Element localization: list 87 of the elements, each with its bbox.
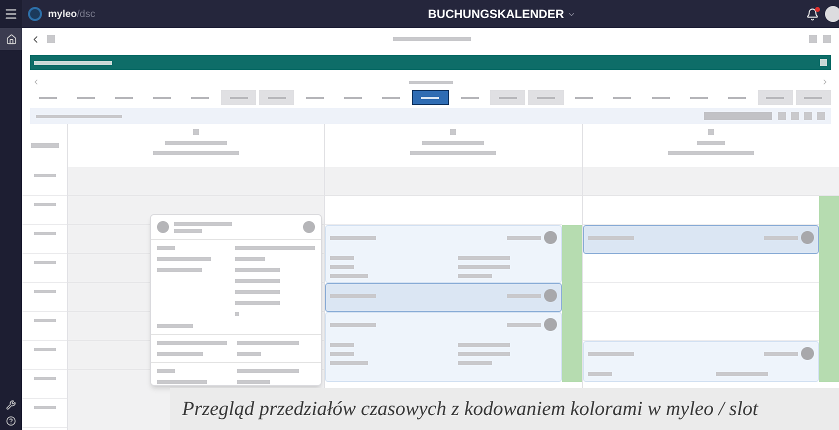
product-name: /dsc [76, 8, 96, 20]
redacted-text [458, 274, 492, 278]
redacted-text [235, 312, 239, 316]
redacted-text [34, 203, 56, 206]
help-icon[interactable] [6, 416, 16, 426]
redacted-text [237, 380, 270, 384]
header-button[interactable] [820, 59, 827, 66]
redacted-text [30, 143, 58, 148]
page-title: BUCHUNGSKALENDER [428, 6, 564, 23]
redacted-text [330, 256, 354, 260]
redacted-text [34, 319, 56, 322]
redacted-text [34, 406, 56, 409]
redacted-text [235, 290, 280, 294]
menu-icon[interactable] [4, 7, 18, 21]
redacted-text [330, 265, 354, 269]
redacted-text [237, 352, 261, 356]
redacted-text [506, 322, 541, 326]
redacted-text [716, 372, 768, 376]
redacted-text [458, 343, 510, 347]
redacted-text [157, 268, 202, 272]
redacted-text [764, 352, 798, 356]
redacted-text [157, 246, 175, 250]
user-avatar[interactable] [825, 6, 839, 22]
resource-icon [193, 129, 200, 135]
redacted-text [34, 232, 56, 235]
redacted-text [157, 341, 227, 345]
redacted-text [330, 361, 368, 365]
logo-icon [28, 7, 42, 21]
brand-name: myleo [48, 8, 77, 20]
redacted-text [588, 372, 612, 376]
redacted-text [235, 301, 280, 305]
avatar-icon [544, 318, 557, 331]
redacted-text [237, 341, 299, 345]
date-tab[interactable] [412, 90, 450, 105]
bell-icon[interactable] [806, 8, 819, 20]
redacted-text [235, 257, 265, 261]
redacted-text [235, 268, 280, 272]
redacted-text [330, 294, 376, 298]
redacted-text [506, 294, 541, 298]
redacted-text [34, 348, 56, 351]
previous-icon[interactable] [32, 78, 40, 86]
toolbar-button[interactable] [47, 35, 55, 43]
redacted-text [174, 228, 202, 232]
redacted-text [157, 380, 207, 384]
redacted-text [34, 290, 56, 293]
redacted-text [34, 377, 56, 380]
redacted-text [458, 256, 510, 260]
redacted-text [157, 352, 203, 356]
redacted-text [34, 174, 56, 177]
redacted-text [237, 369, 299, 373]
avatar-icon [303, 221, 315, 233]
redacted-text [330, 352, 354, 356]
redacted-text [458, 352, 510, 356]
redacted-text [458, 265, 510, 269]
next-icon[interactable] [821, 78, 829, 86]
resource-icon [708, 129, 714, 135]
caption-text: Przegląd przedziałów czasowych z kodowaniem kolorami w myleo / slot [182, 397, 758, 422]
wrench-icon[interactable] [6, 400, 16, 410]
redacted-text [764, 236, 798, 240]
home-icon[interactable] [6, 34, 16, 44]
redacted-text [506, 236, 541, 240]
avatar-icon [800, 347, 814, 360]
redacted-text [34, 261, 56, 264]
avatar-icon [544, 289, 557, 302]
avatar-icon [157, 221, 169, 233]
resource-icon [450, 129, 456, 135]
search-field[interactable] [704, 112, 772, 120]
redacted-text [157, 369, 175, 373]
redacted-text [174, 222, 232, 226]
booking-card[interactable] [325, 283, 562, 312]
redacted-text [458, 361, 492, 365]
redacted-text [157, 257, 211, 261]
redacted-text [330, 236, 376, 240]
redacted-text [157, 324, 193, 328]
avatar-icon [800, 231, 814, 244]
redacted-text [330, 274, 368, 278]
redacted-text [165, 141, 228, 145]
redacted-text [235, 279, 280, 283]
redacted-text [330, 343, 354, 347]
redacted-text [408, 80, 452, 84]
booking-card[interactable] [582, 225, 819, 254]
avatar-icon [544, 231, 557, 244]
redacted-text [588, 236, 634, 240]
redacted-text [422, 141, 484, 145]
redacted-text [588, 352, 634, 356]
redacted-text [696, 141, 725, 145]
redacted-text [330, 322, 376, 326]
